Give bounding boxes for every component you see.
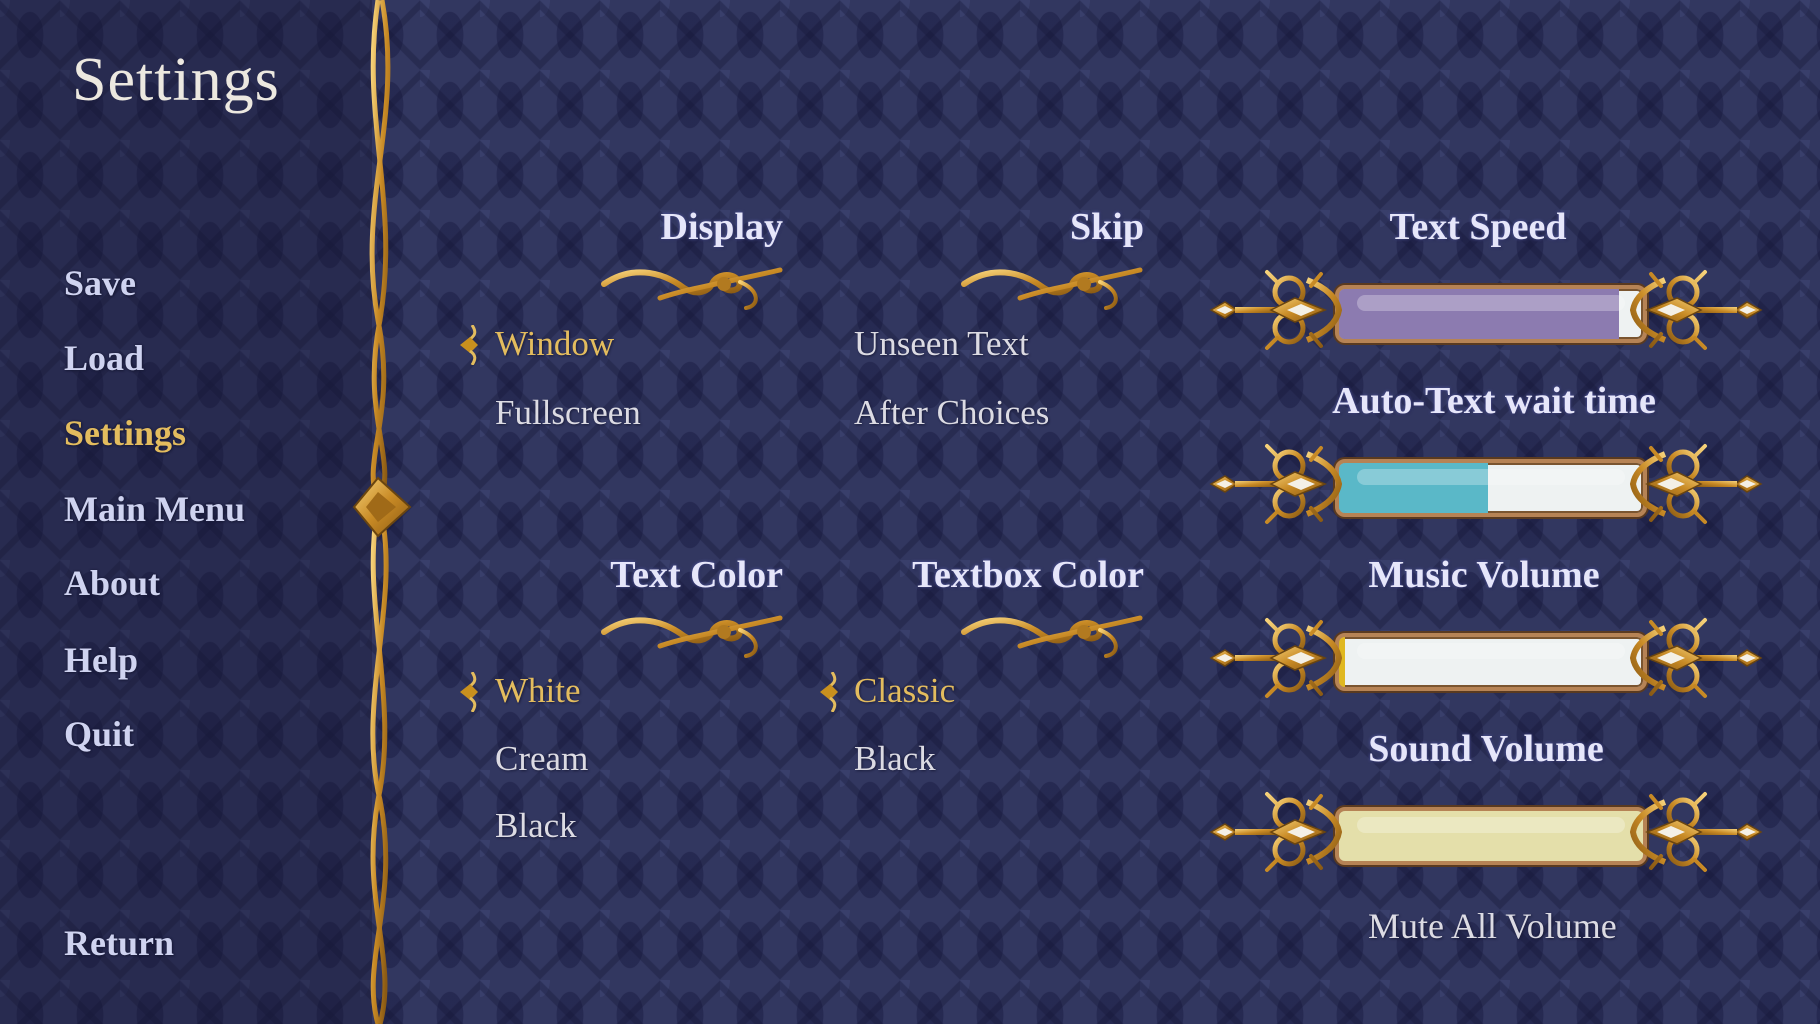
text-color-header: Text Color xyxy=(610,554,783,596)
gold-divider-ornament xyxy=(352,0,412,1024)
nav-quit[interactable]: Quit xyxy=(64,713,134,755)
ornament-right-icon xyxy=(1615,442,1765,526)
skip-option-after-choices[interactable]: After Choices xyxy=(854,393,1049,433)
slider-track xyxy=(1335,633,1647,691)
sound-volume-slider[interactable] xyxy=(1207,790,1765,874)
nav-main-menu[interactable]: Main Menu xyxy=(64,488,245,530)
nav-return[interactable]: Return xyxy=(64,922,174,964)
display-option-fullscreen[interactable]: Fullscreen xyxy=(495,393,641,433)
display-option-window[interactable]: Window xyxy=(495,324,614,364)
page-title: Settings xyxy=(72,46,280,114)
skip-option-unseen-text[interactable]: Unseen Text xyxy=(854,324,1029,364)
selected-marker-icon xyxy=(458,325,480,365)
text-speed-slider[interactable] xyxy=(1207,268,1765,352)
flourish-icon xyxy=(960,610,1144,658)
flourish-icon xyxy=(600,610,784,658)
textbox-color-header: Textbox Color xyxy=(912,554,1144,596)
ornament-left-icon xyxy=(1207,790,1357,874)
ornament-left-icon xyxy=(1207,616,1357,700)
display-header: Display xyxy=(660,206,783,248)
auto-text-wait-slider[interactable] xyxy=(1207,442,1765,526)
selected-marker-icon xyxy=(818,672,840,712)
textbox-color-option-black[interactable]: Black xyxy=(854,739,936,779)
ornament-right-icon xyxy=(1615,268,1765,352)
sound-volume-label: Sound Volume xyxy=(1368,728,1604,770)
textbox-color-option-classic[interactable]: Classic xyxy=(854,671,955,711)
ornament-left-icon xyxy=(1207,442,1357,526)
text-speed-label: Text Speed xyxy=(1389,206,1567,248)
nav-help[interactable]: Help xyxy=(64,639,138,681)
slider-track xyxy=(1335,459,1647,517)
mute-all-volume-button[interactable]: Mute All Volume xyxy=(1368,905,1617,947)
ornament-right-icon xyxy=(1615,790,1765,874)
ornament-right-icon xyxy=(1615,616,1765,700)
slider-track xyxy=(1335,285,1647,343)
auto-text-wait-label: Auto-Text wait time xyxy=(1332,380,1656,422)
text-color-option-white[interactable]: White xyxy=(495,671,581,711)
skip-header: Skip xyxy=(1070,206,1144,248)
nav-save[interactable]: Save xyxy=(64,262,136,304)
nav-settings[interactable]: Settings xyxy=(64,412,186,454)
slider-track xyxy=(1335,807,1647,865)
nav-about[interactable]: About xyxy=(64,562,160,604)
text-color-option-cream[interactable]: Cream xyxy=(495,739,588,779)
music-volume-label: Music Volume xyxy=(1368,554,1600,596)
text-color-option-black[interactable]: Black xyxy=(495,806,577,846)
flourish-icon xyxy=(600,262,784,310)
music-volume-slider[interactable] xyxy=(1207,616,1765,700)
selected-marker-icon xyxy=(458,672,480,712)
ornament-left-icon xyxy=(1207,268,1357,352)
nav-load[interactable]: Load xyxy=(64,337,144,379)
flourish-icon xyxy=(960,262,1144,310)
